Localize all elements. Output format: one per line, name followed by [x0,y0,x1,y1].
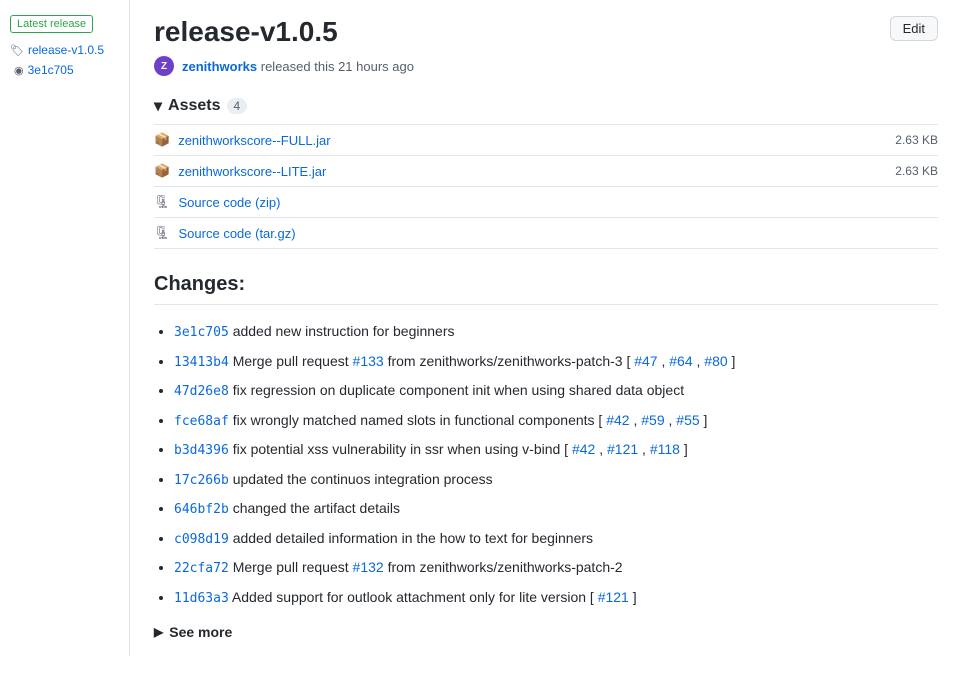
commit-hash-47d26e8[interactable]: 47d26e8 [174,384,229,399]
issue-59-link[interactable]: #59 [641,412,664,428]
release-header: release-v1.0.5 Edit [154,16,938,48]
commit-list: 3e1c705 added new instruction for beginn… [154,321,938,608]
assets-title: Assets [168,97,220,115]
commit-hash-c098d19[interactable]: c098d19 [174,532,229,547]
issue-64-link[interactable]: #64 [669,353,692,369]
release-title: release-v1.0.5 [154,16,338,48]
commit-text: Merge pull request [233,559,353,575]
author-link[interactable]: zenithworks [182,59,257,74]
commit-text: Merge pull request [233,353,353,369]
commit-hash-3e1c705[interactable]: 3e1c705 [174,325,229,340]
commit-text: fix regression on duplicate component in… [233,382,684,398]
asset-size-full-jar: 2.63 KB [895,133,938,147]
commit-text: ] [684,441,688,457]
commit-text: ] [732,353,736,369]
issue-42a-link[interactable]: #42 [606,412,629,428]
commit-text: changed the artifact details [233,500,400,516]
asset-link-full-jar[interactable]: zenithworkscore--FULL.jar [178,133,330,148]
asset-item-full-jar: 📦 zenithworkscore--FULL.jar 2.63 KB [154,124,938,155]
commit-hash-22cfa72[interactable]: 22cfa72 [174,561,229,576]
list-item: b3d4396 fix potential xss vulnerability … [174,439,938,461]
assets-section: ▾ Assets 4 📦 zenithworkscore--FULL.jar 2… [154,96,938,249]
commit-hash-646bf2b[interactable]: 646bf2b [174,502,229,517]
asset-size-lite-jar: 2.63 KB [895,164,938,178]
list-item: 17c266b updated the continuos integratio… [174,469,938,491]
edit-button[interactable]: Edit [890,16,938,41]
assets-header[interactable]: ▾ Assets 4 [154,96,938,116]
assets-count: 4 [227,98,248,114]
list-item: 646bf2b changed the artifact details [174,498,938,520]
chevron-right-icon: ▶ [154,625,163,639]
commit-icon: ◉ [14,64,24,77]
zip-icon: 🗜 [154,194,171,210]
issue-118-link[interactable]: #118 [650,441,680,457]
release-meta-text: zenithworks released this 21 hours ago [182,59,414,74]
list-item: 11d63a3 Added support for outlook attach… [174,587,938,609]
commit-hash-13413b4[interactable]: 13413b4 [174,355,229,370]
tag-icon: 🏷 [10,44,24,57]
issue-121a-link[interactable]: #121 [607,441,638,457]
sidebar-tag[interactable]: 🏷 release-v1.0.5 [10,43,119,57]
commit-text: ] [633,589,637,605]
asset-link-source-zip[interactable]: Source code (zip) [179,195,281,210]
commit-text: fix potential xss vulnerability in ssr w… [233,441,572,457]
pr-132-link[interactable]: #132 [353,559,384,575]
main-content: release-v1.0.5 Edit Z zenithworks releas… [130,0,962,656]
see-more-label: See more [169,624,232,640]
jar-icon-lite: 📦 [154,163,170,179]
commit-hash-b3d4396[interactable]: b3d4396 [174,443,229,458]
tar-icon: 🗜 [154,225,171,241]
see-more-button[interactable]: ▶ See more [154,624,938,640]
issue-55-link[interactable]: #55 [676,412,699,428]
commit-text: from zenithworks/zenithworks-patch-3 [ [388,353,635,369]
asset-item-lite-jar: 📦 zenithworkscore--LITE.jar 2.63 KB [154,155,938,186]
commit-hash-fce68af[interactable]: fce68af [174,414,229,429]
commit-text: added detailed information in the how to… [233,530,593,546]
latest-release-badge: Latest release [10,15,93,33]
pr-133-link[interactable]: #133 [353,353,384,369]
issue-47-link[interactable]: #47 [634,353,657,369]
commit-text: updated the continuos integration proces… [233,471,493,487]
sidebar-commit[interactable]: ◉ 3e1c705 [14,63,119,77]
jar-icon: 📦 [154,132,170,148]
sidebar-tag-label: release-v1.0.5 [28,43,104,57]
commit-hash-11d63a3[interactable]: 11d63a3 [174,591,229,606]
commit-hash-17c266b[interactable]: 17c266b [174,473,229,488]
commit-text: from zenithworks/zenithworks-patch-2 [388,559,623,575]
asset-item-source-zip: 🗜 Source code (zip) [154,186,938,217]
commit-text: added new instruction for beginners [233,323,455,339]
chevron-down-icon: ▾ [154,96,162,116]
changes-section: Changes: 3e1c705 added new instruction f… [154,273,938,640]
list-item: 13413b4 Merge pull request #133 from zen… [174,351,938,373]
asset-link-source-tar[interactable]: Source code (tar.gz) [179,226,296,241]
sidebar-commit-label: 3e1c705 [28,63,74,77]
issue-42b-link[interactable]: #42 [572,441,595,457]
list-item: 3e1c705 added new instruction for beginn… [174,321,938,343]
asset-item-source-tar: 🗜 Source code (tar.gz) [154,217,938,249]
commit-text: fix wrongly matched named slots in funct… [233,412,607,428]
commit-text: ] [704,412,708,428]
commit-text: Added support for outlook attachment onl… [232,589,598,605]
list-item: fce68af fix wrongly matched named slots … [174,410,938,432]
release-meta: Z zenithworks released this 21 hours ago [154,56,938,76]
issue-80-link[interactable]: #80 [704,353,727,369]
list-item: 22cfa72 Merge pull request #132 from zen… [174,557,938,579]
avatar: Z [154,56,174,76]
asset-link-lite-jar[interactable]: zenithworkscore--LITE.jar [178,164,326,179]
issue-121b-link[interactable]: #121 [598,589,629,605]
sidebar: Latest release 🏷 release-v1.0.5 ◉ 3e1c70… [0,0,130,656]
list-item: 47d26e8 fix regression on duplicate comp… [174,380,938,402]
list-item: c098d19 added detailed information in th… [174,528,938,550]
changes-title: Changes: [154,273,938,305]
